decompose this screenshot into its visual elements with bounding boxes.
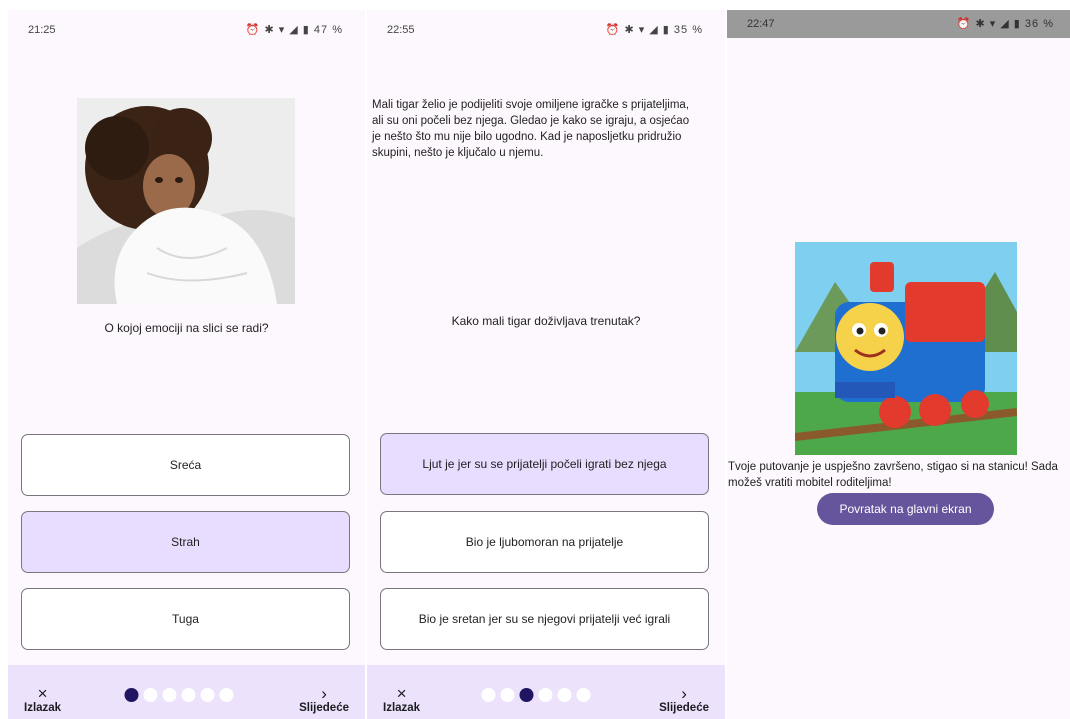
chevron-right-icon: › bbox=[321, 684, 327, 703]
next-button[interactable]: › Slijedeće bbox=[299, 684, 349, 714]
question-text: O kojoj emociji na slici se radi? bbox=[104, 321, 269, 335]
status-time: 22:47 bbox=[747, 18, 775, 30]
progress-dot bbox=[143, 688, 157, 702]
progress-dot bbox=[162, 688, 176, 702]
status-bar: 22:47 ⏰ ✱ ▾ ◢ ▮ 36 % bbox=[727, 10, 1070, 38]
bottom-nav-bar: × Izlazak › Slijedeće bbox=[8, 665, 365, 719]
progress-dot bbox=[576, 688, 591, 702]
progress-dot bbox=[124, 688, 138, 702]
progress-dot bbox=[219, 688, 233, 702]
bottom-nav-bar: × Izlazak › Slijedeće bbox=[367, 665, 725, 719]
completion-screen: 22:47 ⏰ ✱ ▾ ◢ ▮ 36 % Tvoje putovanje je … bbox=[727, 10, 1070, 719]
status-icons: ⏰ ✱ ▾ ◢ ▮ 36 % bbox=[956, 18, 1054, 30]
progress-dot bbox=[557, 688, 572, 702]
progress-dots bbox=[481, 688, 591, 702]
status-bar: 22:55 ⏰ ✱ ▾ ◢ ▮ 35 % bbox=[367, 10, 725, 46]
progress-dot bbox=[481, 688, 496, 702]
exit-label: Izlazak bbox=[383, 702, 421, 714]
answer-option-selected[interactable]: Ljut je jer su se prijatelji počeli igra… bbox=[380, 433, 709, 495]
quiz-screen-story: 22:55 ⏰ ✱ ▾ ◢ ▮ 35 % Mali tigar želio je… bbox=[367, 10, 725, 719]
close-icon: × bbox=[37, 684, 48, 703]
progress-dot bbox=[519, 688, 534, 702]
next-label: Slijedeće bbox=[299, 702, 349, 714]
answer-option[interactable]: Sreća bbox=[21, 434, 350, 496]
completion-message: Tvoje putovanje je uspješno završeno, st… bbox=[728, 461, 1058, 489]
answer-option[interactable]: Tuga bbox=[21, 588, 350, 650]
next-button[interactable]: › Slijedeće bbox=[659, 684, 709, 714]
progress-dots bbox=[124, 688, 233, 702]
status-icons: ⏰ ✱ ▾ ◢ ▮ 47 % bbox=[245, 24, 343, 36]
story-text: Mali tigar želio je podijeliti svoje omi… bbox=[372, 99, 690, 159]
status-icons: ⏰ ✱ ▾ ◢ ▮ 35 % bbox=[605, 24, 703, 36]
next-label: Slijedeće bbox=[659, 702, 709, 714]
question-text: Kako mali tigar doživljava trenutak? bbox=[451, 314, 641, 328]
status-time: 22:55 bbox=[387, 24, 415, 36]
progress-dot bbox=[500, 688, 515, 702]
status-time: 21:25 bbox=[28, 24, 56, 36]
progress-dot bbox=[200, 688, 214, 702]
progress-dot bbox=[538, 688, 553, 702]
exit-button[interactable]: × Izlazak bbox=[383, 684, 421, 714]
chevron-right-icon: › bbox=[681, 684, 687, 703]
progress-dot bbox=[181, 688, 195, 702]
answer-option[interactable]: Bio je ljubomoran na prijatelje bbox=[380, 511, 709, 573]
answer-option[interactable]: Bio je sretan jer su se njegovi prijatel… bbox=[380, 588, 709, 650]
quiz-screen-image: 21:25 ⏰ ✱ ▾ ◢ ▮ 47 % O kojoj emociji na … bbox=[8, 10, 365, 719]
status-bar: 21:25 ⏰ ✱ ▾ ◢ ▮ 47 % bbox=[8, 10, 365, 46]
girl-photo bbox=[77, 98, 295, 304]
exit-label: Izlazak bbox=[24, 702, 62, 714]
answer-option-selected[interactable]: Strah bbox=[21, 511, 350, 573]
train-illustration bbox=[795, 242, 1017, 455]
back-to-home-button[interactable]: Povratak na glavni ekran bbox=[817, 493, 994, 525]
close-icon: × bbox=[396, 684, 407, 703]
exit-button[interactable]: × Izlazak bbox=[24, 684, 62, 714]
